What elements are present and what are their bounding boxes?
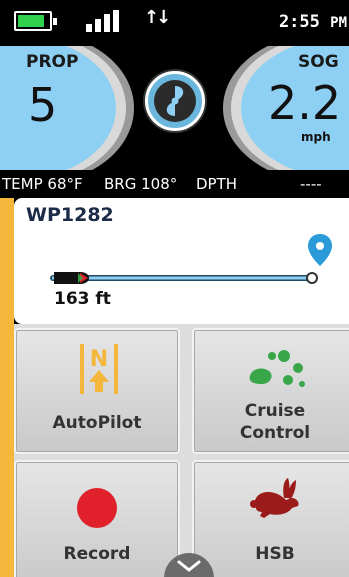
info-strip: TEMP 68°F BRG 108° DPTH ---- bbox=[0, 170, 349, 198]
sog-label: SOG bbox=[298, 52, 339, 72]
record-label: Record bbox=[63, 544, 131, 564]
depth-value: ---- bbox=[300, 175, 322, 193]
route-track-fill bbox=[52, 276, 310, 280]
prop-value: 5 bbox=[28, 78, 58, 132]
control-tiles: N AutoPilot Cruise Control Record HSB bbox=[14, 324, 349, 577]
hsb-label: HSB bbox=[255, 544, 295, 564]
waypoint-panel[interactable]: WP1282 163 ft bbox=[14, 198, 349, 324]
status-bar: ↑↓ 2:55 PM bbox=[0, 0, 349, 46]
bearing-readout: BRG 108° bbox=[104, 175, 178, 193]
signal-bar bbox=[86, 24, 92, 32]
data-transfer-icon: ↑↓ bbox=[144, 7, 171, 28]
clock: 2:55 PM bbox=[279, 12, 347, 32]
battery-fill bbox=[18, 15, 44, 27]
autopilot-icon: N bbox=[80, 344, 118, 394]
depth-label: DPTH bbox=[196, 175, 238, 193]
rabbit-icon bbox=[250, 478, 299, 518]
temp-readout: TEMP 68°F bbox=[2, 175, 83, 193]
record-icon bbox=[77, 488, 117, 528]
waypoint-pin-icon bbox=[308, 234, 332, 266]
clock-ampm: PM bbox=[330, 15, 347, 31]
boat-icon bbox=[54, 272, 89, 284]
app-screen: ↑↓ 2:55 PM PROP 5 SOG 2.2 mph TEMP 68°F … bbox=[0, 0, 349, 577]
signal-strength-icon bbox=[86, 10, 122, 32]
prop-label: PROP bbox=[26, 52, 79, 72]
signal-bar bbox=[95, 19, 101, 32]
sog-unit: mph bbox=[301, 130, 331, 144]
chevron-down-icon bbox=[177, 560, 201, 572]
battery-icon bbox=[14, 11, 57, 31]
battery-nub bbox=[53, 18, 57, 25]
scroll-down-button[interactable] bbox=[164, 553, 214, 577]
record-button[interactable]: Record bbox=[14, 460, 180, 577]
cruise-control-icon bbox=[249, 350, 305, 387]
signal-bar bbox=[113, 10, 119, 32]
propeller-button[interactable] bbox=[145, 71, 205, 131]
cruise-control-label: Cruise Control bbox=[194, 400, 349, 444]
cruise-control-button[interactable]: Cruise Control bbox=[192, 328, 349, 454]
destination-marker bbox=[306, 272, 318, 284]
autopilot-button[interactable]: N AutoPilot bbox=[14, 328, 180, 454]
sog-value: 2.2 bbox=[268, 76, 342, 130]
svg-text:N: N bbox=[90, 347, 108, 372]
cruise-control-label-line1: Cruise bbox=[244, 401, 306, 421]
cruise-control-label-line2: Control bbox=[239, 423, 311, 443]
autopilot-label: AutoPilot bbox=[52, 413, 142, 433]
signal-bar bbox=[104, 14, 110, 32]
gauge-panel: PROP 5 SOG 2.2 mph bbox=[0, 46, 349, 170]
hsb-button[interactable]: HSB bbox=[192, 460, 349, 577]
waypoint-distance: 163 ft bbox=[54, 289, 111, 309]
propeller-icon bbox=[154, 80, 196, 122]
clock-time: 2:55 bbox=[278, 12, 320, 32]
